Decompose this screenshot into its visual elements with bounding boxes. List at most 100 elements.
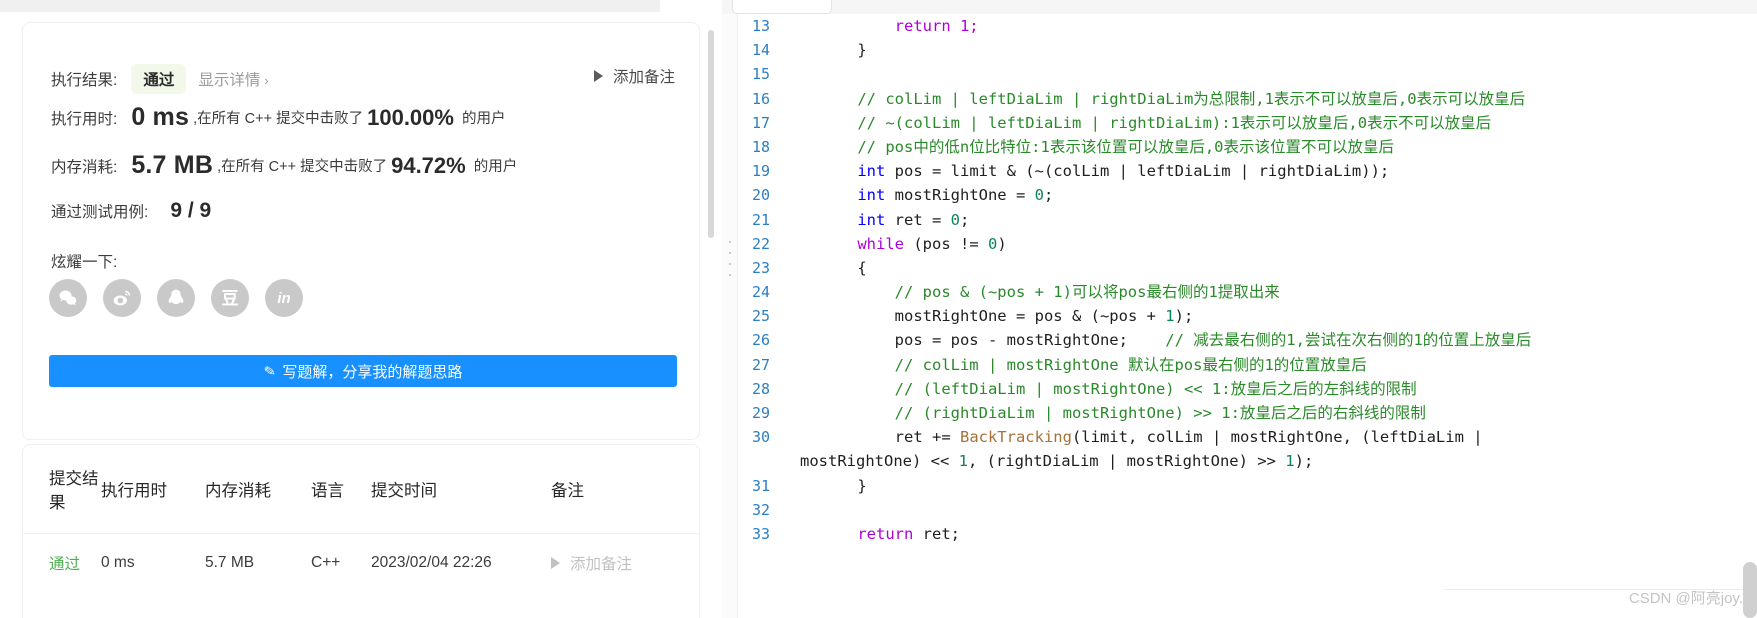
chevron-right-icon: › (264, 73, 269, 88)
code-line-text: ret += BackTracking(limit, colLim | most… (820, 428, 1492, 447)
code-line: 17 // ~(colLim | leftDiaLim | rightDiaLi… (738, 111, 1757, 135)
code-line-text: // ~(colLim | leftDiaLim | rightDiaLim):… (820, 113, 1492, 132)
code-lines: 13 return 1; 14 } 15 16 // colLim | leftDia… (738, 14, 1757, 618)
code-line-continuation: mostRightOne) << 1, (rightDiaLim | mostR… (738, 449, 1757, 473)
table-row[interactable]: 通过 0 ms 5.7 MB C++ 2023/02/04 22:26 添加备注 (23, 533, 699, 592)
code-line: 16 // colLim | leftDiaLim | rightDiaLim为… (738, 87, 1757, 111)
flag-icon (593, 69, 606, 83)
code-line: 22 while (pos != 0) (738, 232, 1757, 256)
code-line: 31 } (738, 474, 1757, 498)
code-line: 24 // pos & (~pos + 1)可以将pos最右侧的1提取出来 (738, 280, 1757, 304)
submissions-table-head: 提交结果 执行用时 内存消耗 语言 提交时间 备注 (23, 445, 699, 534)
show-detail-label: 显示详情 (198, 72, 261, 89)
execution-result-row: 执行结果: 通过 显示详情 › (51, 64, 269, 94)
code-line: 19 int pos = limit & (~(colLim | leftDia… (738, 159, 1757, 183)
execution-result-label: 执行结果: (51, 72, 118, 89)
code-line: 29 // (rightDiaLim | mostRightOne) >> 1:… (738, 401, 1757, 425)
testcases-row: 通过测试用例: 9 / 9 (51, 199, 211, 223)
runtime-users-text: 的用户 (461, 111, 506, 127)
write-solution-label: 写题解，分享我的解题思路 (282, 363, 463, 381)
line-number: 23 (751, 258, 770, 277)
linkedin-icon[interactable]: in (265, 279, 303, 317)
code-line: 32 (738, 498, 1757, 522)
code-line-text: pos = pos - mostRightOne; // 减去最右侧的1,尝试在… (820, 331, 1532, 350)
code-line-text: mostRightOne = pos & (~pos + 1); (820, 307, 1194, 326)
flag-icon (551, 556, 563, 570)
weibo-icon[interactable] (103, 279, 141, 317)
line-number: 24 (751, 283, 770, 302)
col-header-result: 提交结果 (49, 470, 99, 512)
memory-label: 内存消耗: (51, 158, 118, 176)
share-label: 炫耀一下: (51, 254, 118, 271)
row-result-link[interactable]: 通过 (49, 556, 80, 573)
show-detail-link[interactable]: 显示详情 › (198, 68, 268, 90)
line-number: 33 (751, 524, 770, 543)
code-line: 13 return 1; (738, 14, 1757, 38)
code-line-text: // colLim | leftDiaLim | rightDiaLim为总限制… (820, 89, 1526, 108)
code-line: 18 // pos中的低n位比特位:1表示该位置可以放皇后,0表示该位置不可以放… (738, 135, 1757, 159)
table-header-row: 提交结果 执行用时 内存消耗 语言 提交时间 备注 (23, 445, 699, 534)
add-note-button-top[interactable]: 添加备注 (593, 65, 675, 87)
linkedin-glyph: in (277, 289, 291, 307)
wechat-icon[interactable] (49, 279, 87, 317)
code-line-text: // (rightDiaLim | mostRightOne) >> 1:放皇后… (820, 404, 1426, 422)
pencil-icon: ✎ (262, 361, 277, 380)
code-scrollbar[interactable] (1743, 562, 1757, 618)
line-number: 14 (751, 41, 770, 60)
code-line: 30 ret += BackTracking(limit, colLim | m… (738, 425, 1757, 449)
line-number: 16 (751, 89, 770, 108)
cell-language: C++ (311, 533, 371, 592)
testcases-label: 通过测试用例: (51, 204, 149, 221)
runtime-beat-text: ,在所有 C++ 提交中击败了 (193, 111, 364, 127)
code-line-text: mostRightOne) << 1, (rightDiaLim | mostR… (800, 452, 1314, 471)
code-minimap-gutter (722, 14, 738, 618)
code-line: 15 (738, 62, 1757, 86)
code-line-text: return 1; (820, 17, 979, 35)
col-header-runtime: 执行用时 (101, 482, 167, 500)
left-panel-scrollbar[interactable] (708, 30, 714, 238)
line-number: 13 (751, 17, 770, 35)
add-note-label-row: 添加备注 (570, 556, 633, 573)
col-header-note: 备注 (551, 482, 584, 500)
code-line: 14 } (738, 38, 1757, 62)
code-line-text: } (820, 41, 867, 60)
runtime-label: 执行用时: (51, 110, 118, 128)
code-panel-topbar (722, 0, 1757, 14)
memory-value: 5.7 MB (131, 151, 214, 179)
code-line-text: // pos中的低n位比特位:1表示该位置可以放皇后,0表示该位置不可以放皇后 (820, 137, 1394, 156)
execution-result-card: 执行结果: 通过 显示详情 › 添加备注 执行用时: 0 ms ,在所有 C++ … (22, 22, 700, 440)
memory-beat-text: ,在所有 C++ 提交中击败了 (217, 159, 388, 175)
left-panel-topbar (0, 0, 660, 12)
line-number: 26 (751, 331, 770, 350)
status-badge: 通过 (131, 64, 187, 94)
submission-result-panel: 执行结果: 通过 显示详情 › 添加备注 执行用时: 0 ms ,在所有 C++ … (0, 0, 722, 618)
cell-time: 2023/02/04 22:26 (371, 533, 551, 592)
watermark: CSDN @阿亮joy. (1628, 590, 1743, 607)
col-header-language: 语言 (311, 482, 344, 500)
code-line-text: // (leftDiaLim | mostRightOne) << 1:放皇后之… (820, 379, 1417, 398)
line-number: 15 (751, 65, 770, 84)
code-line-text: // colLim | mostRightOne 默认在pos最右侧的1的位置放… (820, 355, 1367, 374)
code-line-text: int mostRightOne = 0; (857, 186, 1054, 205)
code-line: 28 // (leftDiaLim | mostRightOne) << 1:放… (738, 377, 1757, 401)
douban-glyph: 豆 (221, 288, 239, 308)
cell-result: 通过 (23, 533, 101, 592)
cell-memory: 5.7 MB (205, 533, 311, 592)
runtime-value: 0 ms (131, 103, 190, 131)
code-line-text: // pos & (~pos + 1)可以将pos最右侧的1提取出来 (820, 283, 1280, 302)
submissions-table: 提交结果 执行用时 内存消耗 语言 提交时间 备注 通过 0 ms 5.7 MB… (23, 445, 699, 592)
qq-icon[interactable] (157, 279, 195, 317)
douban-icon[interactable]: 豆 (211, 279, 249, 317)
code-line: 26 pos = pos - mostRightOne; // 减去最右侧的1,… (738, 328, 1757, 352)
editor-tab-chip[interactable] (732, 0, 832, 14)
col-header-time: 提交时间 (371, 482, 437, 500)
code-line: 27 // colLim | mostRightOne 默认在pos最右侧的1的… (738, 353, 1757, 377)
code-viewer-panel: 13 return 1; 14 } 15 16 // colLim | leftDia… (722, 0, 1757, 618)
line-number: 32 (751, 500, 770, 519)
write-solution-button[interactable]: ✎ 写题解，分享我的解题思路 (49, 355, 677, 387)
code-line-text: { (820, 258, 867, 277)
code-area[interactable]: 13 return 1; 14 } 15 16 // colLim | leftDia… (722, 14, 1757, 618)
cell-runtime: 0 ms (101, 533, 205, 592)
line-number: 30 (751, 428, 770, 447)
add-note-button-row[interactable]: 添加备注 (551, 552, 699, 574)
